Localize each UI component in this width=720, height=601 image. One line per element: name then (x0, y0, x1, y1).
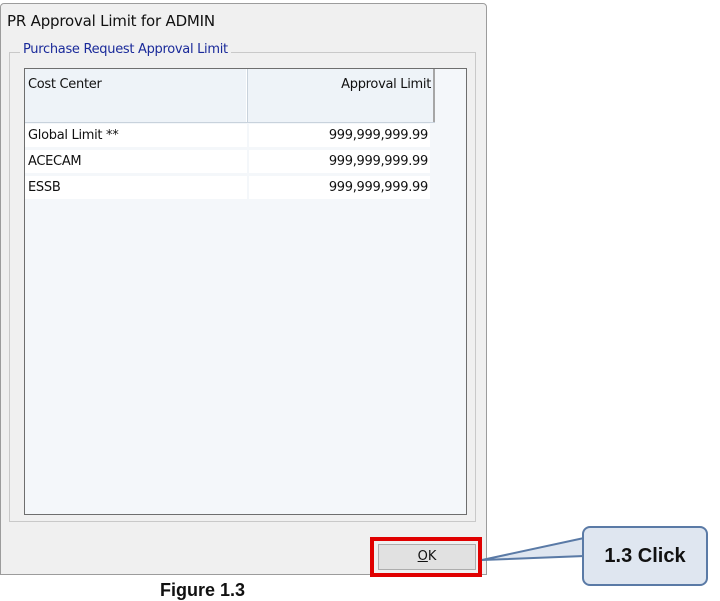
dialog-title: PR Approval Limit for ADMIN (7, 12, 215, 30)
cost-center-cell[interactable]: ACECAM (25, 150, 247, 173)
ok-button-highlight (370, 537, 482, 577)
approval-limit-cell[interactable]: 999,999,999.99 (249, 150, 430, 173)
table-row[interactable]: ESSB 999,999,999.99 (25, 175, 443, 200)
title-bar[interactable]: PR Approval Limit for ADMIN (1, 4, 486, 38)
approval-limit-cell[interactable]: 999,999,999.99 (249, 176, 430, 199)
approval-limit-grid[interactable]: Cost Center Approval Limit Global Limit … (24, 68, 467, 515)
callout-pointer (481, 536, 585, 561)
table-row[interactable]: Global Limit ** 999,999,999.99 (25, 123, 443, 148)
groupbox-title: Purchase Request Approval Limit (20, 42, 231, 57)
click-callout: 1.3 Click (582, 526, 708, 586)
cost-center-cell[interactable]: ESSB (25, 176, 247, 199)
approval-limit-cell[interactable]: 999,999,999.99 (249, 124, 430, 147)
table-row[interactable]: ACECAM 999,999,999.99 (25, 149, 443, 174)
cost-center-cell[interactable]: Global Limit ** (25, 124, 247, 147)
figure-caption: Figure 1.3 (160, 580, 246, 600)
column-header-cost-center[interactable]: Cost Center (25, 69, 247, 122)
grid-header: Cost Center Approval Limit (25, 69, 435, 123)
column-header-approval-limit[interactable]: Approval Limit (247, 69, 435, 122)
